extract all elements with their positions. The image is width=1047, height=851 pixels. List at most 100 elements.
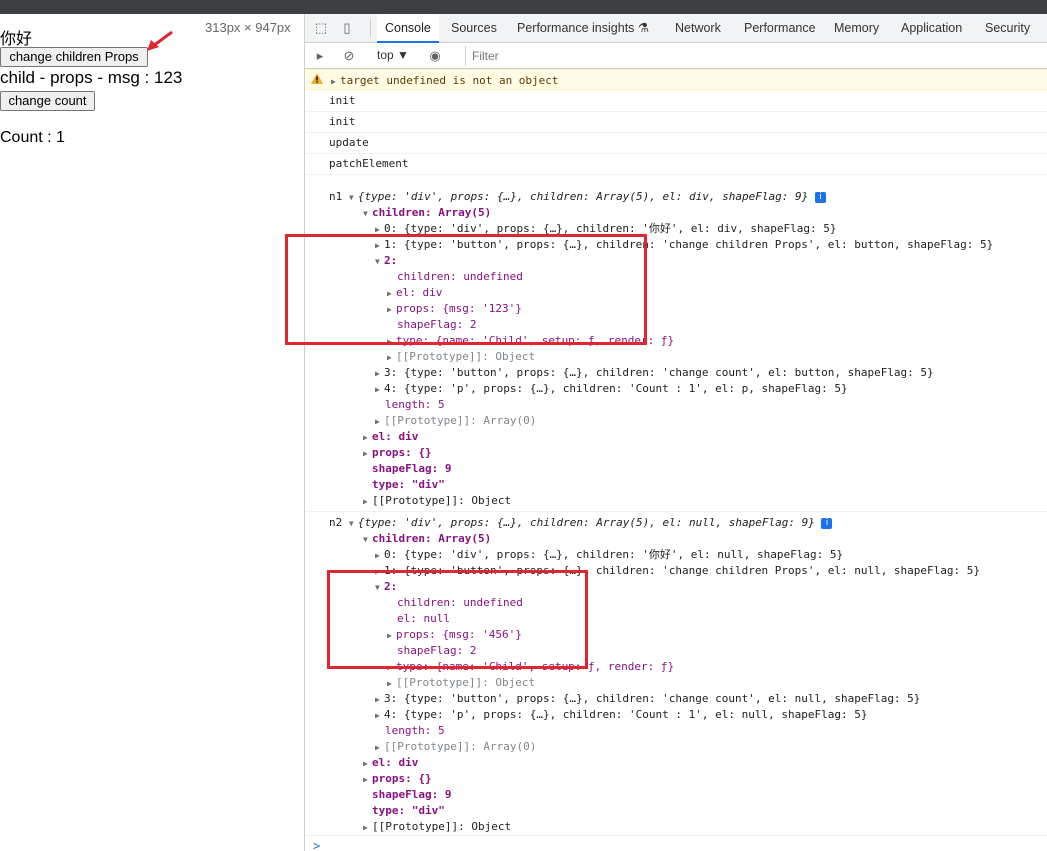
tab-security[interactable]: Security — [977, 14, 1038, 43]
console-prompt[interactable]: > — [313, 839, 320, 851]
collapse-triangle-icon[interactable]: ▼ — [363, 532, 372, 548]
devtools-tabbar: ⬚ ▯ Console Sources Performance insights… — [305, 14, 1047, 43]
tab-console[interactable]: Console — [377, 14, 439, 43]
change-children-props-button[interactable]: change children Props — [0, 47, 148, 67]
collapse-triangle-icon[interactable]: ▼ — [349, 190, 358, 206]
bookmarks-bar — [0, 0, 1047, 14]
expand-triangle-icon[interactable]: ▶ — [375, 708, 384, 724]
change-count-button[interactable]: change count — [0, 91, 95, 111]
log-message: update — [329, 136, 369, 149]
expand-triangle-icon[interactable]: ▶ — [375, 366, 384, 382]
n2-array-prototype[interactable]: ▶ [[Prototype]]: Array(0) — [375, 739, 536, 755]
info-icon[interactable]: i — [814, 191, 826, 203]
flask-icon: ⚗ — [637, 21, 650, 35]
count-text: Count : 1 — [0, 129, 65, 146]
n1-length: length: 5 — [385, 398, 445, 411]
expand-triangle-icon[interactable]: ▶ — [387, 676, 396, 692]
expand-triangle-icon[interactable]: ▶ — [331, 77, 340, 86]
inspect-element-icon[interactable]: ⬚ — [313, 20, 329, 36]
tab-performance-insights-label: Performance insights — [517, 21, 635, 35]
log-message: patchElement — [329, 157, 409, 170]
row-separator — [305, 835, 1047, 836]
tab-application[interactable]: Application — [893, 14, 970, 43]
eye-icon[interactable]: ◉ — [426, 47, 444, 65]
warning-text: ▶ target undefined is not an object — [331, 74, 559, 87]
expand-triangle-icon[interactable]: ▶ — [363, 430, 372, 446]
info-icon[interactable]: i — [821, 517, 833, 529]
n1-props[interactable]: ▶ props: {} — [363, 445, 432, 461]
hello-text: 你好 — [0, 29, 33, 48]
n2-array-prototype-text: [[Prototype]]: Array(0) — [384, 740, 537, 753]
n1-children[interactable]: ▼ children: Array(5) — [363, 205, 491, 221]
n2-child-2-prototype-text: [[Prototype]]: Object — [396, 676, 536, 689]
expand-triangle-icon[interactable]: ▶ — [363, 820, 372, 836]
n2-label: n2 — [329, 516, 343, 529]
collapse-triangle-icon[interactable]: ▼ — [349, 516, 358, 532]
n1-prototype[interactable]: ▶ [[Prototype]]: Object — [363, 493, 511, 509]
expand-triangle-icon[interactable]: ▶ — [375, 548, 384, 564]
n2-child-0[interactable]: ▶ 0: {type: 'div', props: {…}, children: … — [375, 547, 843, 563]
context-selector[interactable]: top ▼ — [377, 48, 409, 62]
highlight-box-n2 — [327, 570, 588, 669]
n2-prototype[interactable]: ▶ [[Prototype]]: Object — [363, 819, 511, 835]
clear-console-icon[interactable]: ⊘ — [340, 47, 358, 65]
expand-triangle-icon[interactable]: ▶ — [387, 350, 396, 366]
expand-triangle-icon[interactable]: ▶ — [363, 756, 372, 772]
n2-child-0-text: 0: {type: 'div', props: {…}, children: '… — [384, 548, 844, 561]
n2-shapeflag: shapeFlag: 9 — [372, 788, 452, 801]
n2-el-text: el: div — [372, 756, 419, 769]
expand-triangle-icon[interactable]: ▶ — [363, 446, 372, 462]
n2-child-3-text: 3: {type: 'button', props: {…}, children… — [384, 692, 921, 705]
n2-props[interactable]: ▶ props: {} — [363, 771, 432, 787]
tab-sources[interactable]: Sources — [443, 14, 505, 43]
expand-triangle-icon[interactable]: ▶ — [375, 382, 384, 398]
tab-memory[interactable]: Memory — [826, 14, 887, 43]
child-props-msg: child - props - msg : 123 — [0, 68, 183, 87]
n2-children[interactable]: ▼ children: Array(5) — [363, 531, 491, 547]
n1-child-2-prototype[interactable]: ▶ [[Prototype]]: Object — [387, 349, 535, 365]
n2-child-4[interactable]: ▶ 4: {type: 'p', props: {…}, children: 'C… — [375, 707, 867, 723]
n1-prototype-text: [[Prototype]]: Object — [372, 494, 512, 507]
row-separator — [305, 153, 1047, 154]
expand-triangle-icon[interactable]: ▶ — [363, 772, 372, 788]
n2-child-3[interactable]: ▶ 3: {type: 'button', props: {…}, childre… — [375, 691, 920, 707]
n2-summary: {type: 'div', props: {…}, children: Arra… — [357, 516, 815, 529]
expand-triangle-icon[interactable]: ▶ — [375, 414, 384, 430]
expand-triangle-icon[interactable]: ▶ — [375, 740, 384, 756]
n1-el[interactable]: ▶ el: div — [363, 429, 418, 445]
n1-el-text: el: div — [372, 430, 419, 443]
tab-network[interactable]: Network — [667, 14, 729, 43]
filter-input[interactable] — [465, 46, 1045, 66]
n1-type: type: "div" — [372, 478, 445, 491]
row-separator — [305, 111, 1047, 112]
expand-triangle-icon[interactable]: ▶ — [375, 692, 384, 708]
n1-array-prototype[interactable]: ▶ [[Prototype]]: Array(0) — [375, 413, 536, 429]
tab-performance[interactable]: Performance — [736, 14, 824, 43]
tab-separator — [370, 19, 371, 37]
n2-children-label: children: Array(5) — [372, 532, 492, 545]
log-message: init — [329, 94, 356, 107]
n1-object[interactable]: n1 ▼ {type: 'div', props: {…}, children: … — [329, 189, 826, 205]
device-toolbar-icon[interactable]: ▯ — [339, 20, 355, 36]
n2-props-text: props: {} — [372, 772, 432, 785]
n1-child-4-text: 4: {type: 'p', props: {…}, children: 'Co… — [384, 382, 848, 395]
warning-message: ▶ target undefined is not an object — [305, 69, 1047, 90]
n2-type: type: "div" — [372, 804, 445, 817]
viewport-dimensions: 313px × 947px — [205, 20, 291, 35]
n2-prototype-text: [[Prototype]]: Object — [372, 820, 512, 833]
collapse-triangle-icon[interactable]: ▼ — [363, 206, 372, 222]
row-separator — [305, 174, 1047, 175]
sidebar-toggle-icon[interactable]: ▸ — [311, 47, 329, 65]
row-separator — [305, 132, 1047, 133]
n1-child-4[interactable]: ▶ 4: {type: 'p', props: {…}, children: 'C… — [375, 381, 848, 397]
n2-child-4-text: 4: {type: 'p', props: {…}, children: 'Co… — [384, 708, 868, 721]
n1-summary: {type: 'div', props: {…}, children: Arra… — [357, 190, 809, 203]
warning-icon — [311, 73, 323, 84]
expand-triangle-icon[interactable]: ▶ — [363, 494, 372, 510]
n1-child-3[interactable]: ▶ 3: {type: 'button', props: {…}, childre… — [375, 365, 934, 381]
row-separator — [305, 511, 1047, 512]
n2-child-2-prototype[interactable]: ▶ [[Prototype]]: Object — [387, 675, 535, 691]
n2-el[interactable]: ▶ el: div — [363, 755, 418, 771]
n2-object[interactable]: n2 ▼ {type: 'div', props: {…}, children: … — [329, 515, 833, 532]
tab-performance-insights[interactable]: Performance insights ⚗ — [509, 14, 657, 43]
